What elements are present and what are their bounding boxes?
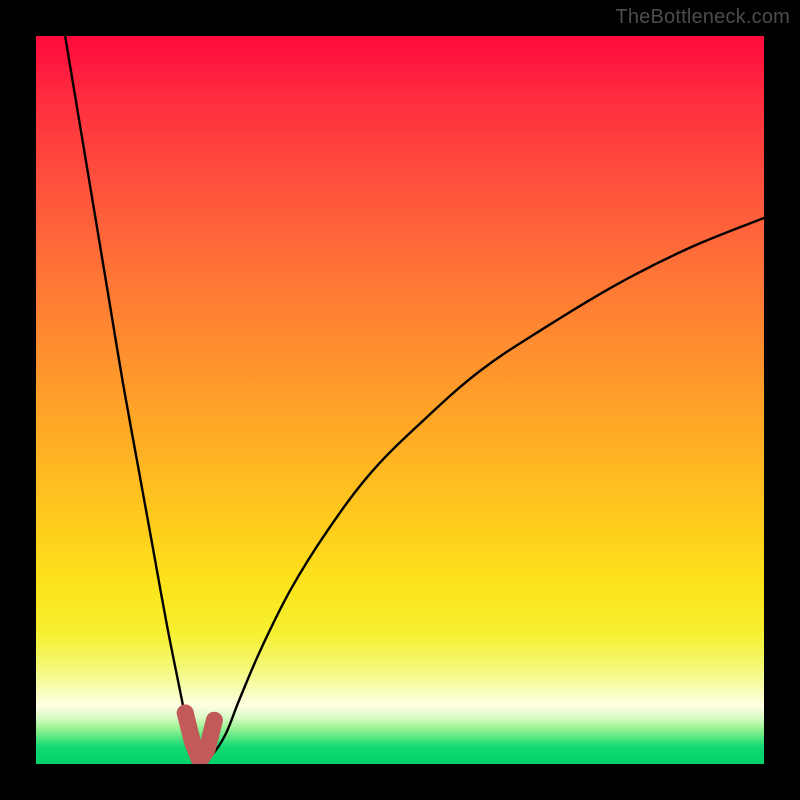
watermark-text: TheBottleneck.com [615,6,790,29]
chart-svg [36,36,764,764]
valley-marker-endcap [177,705,194,722]
bottleneck-curve [65,36,764,760]
valley-marker-endcap [206,712,223,729]
chart-frame: TheBottleneck.com [0,0,800,800]
chart-plot-area [36,36,764,764]
